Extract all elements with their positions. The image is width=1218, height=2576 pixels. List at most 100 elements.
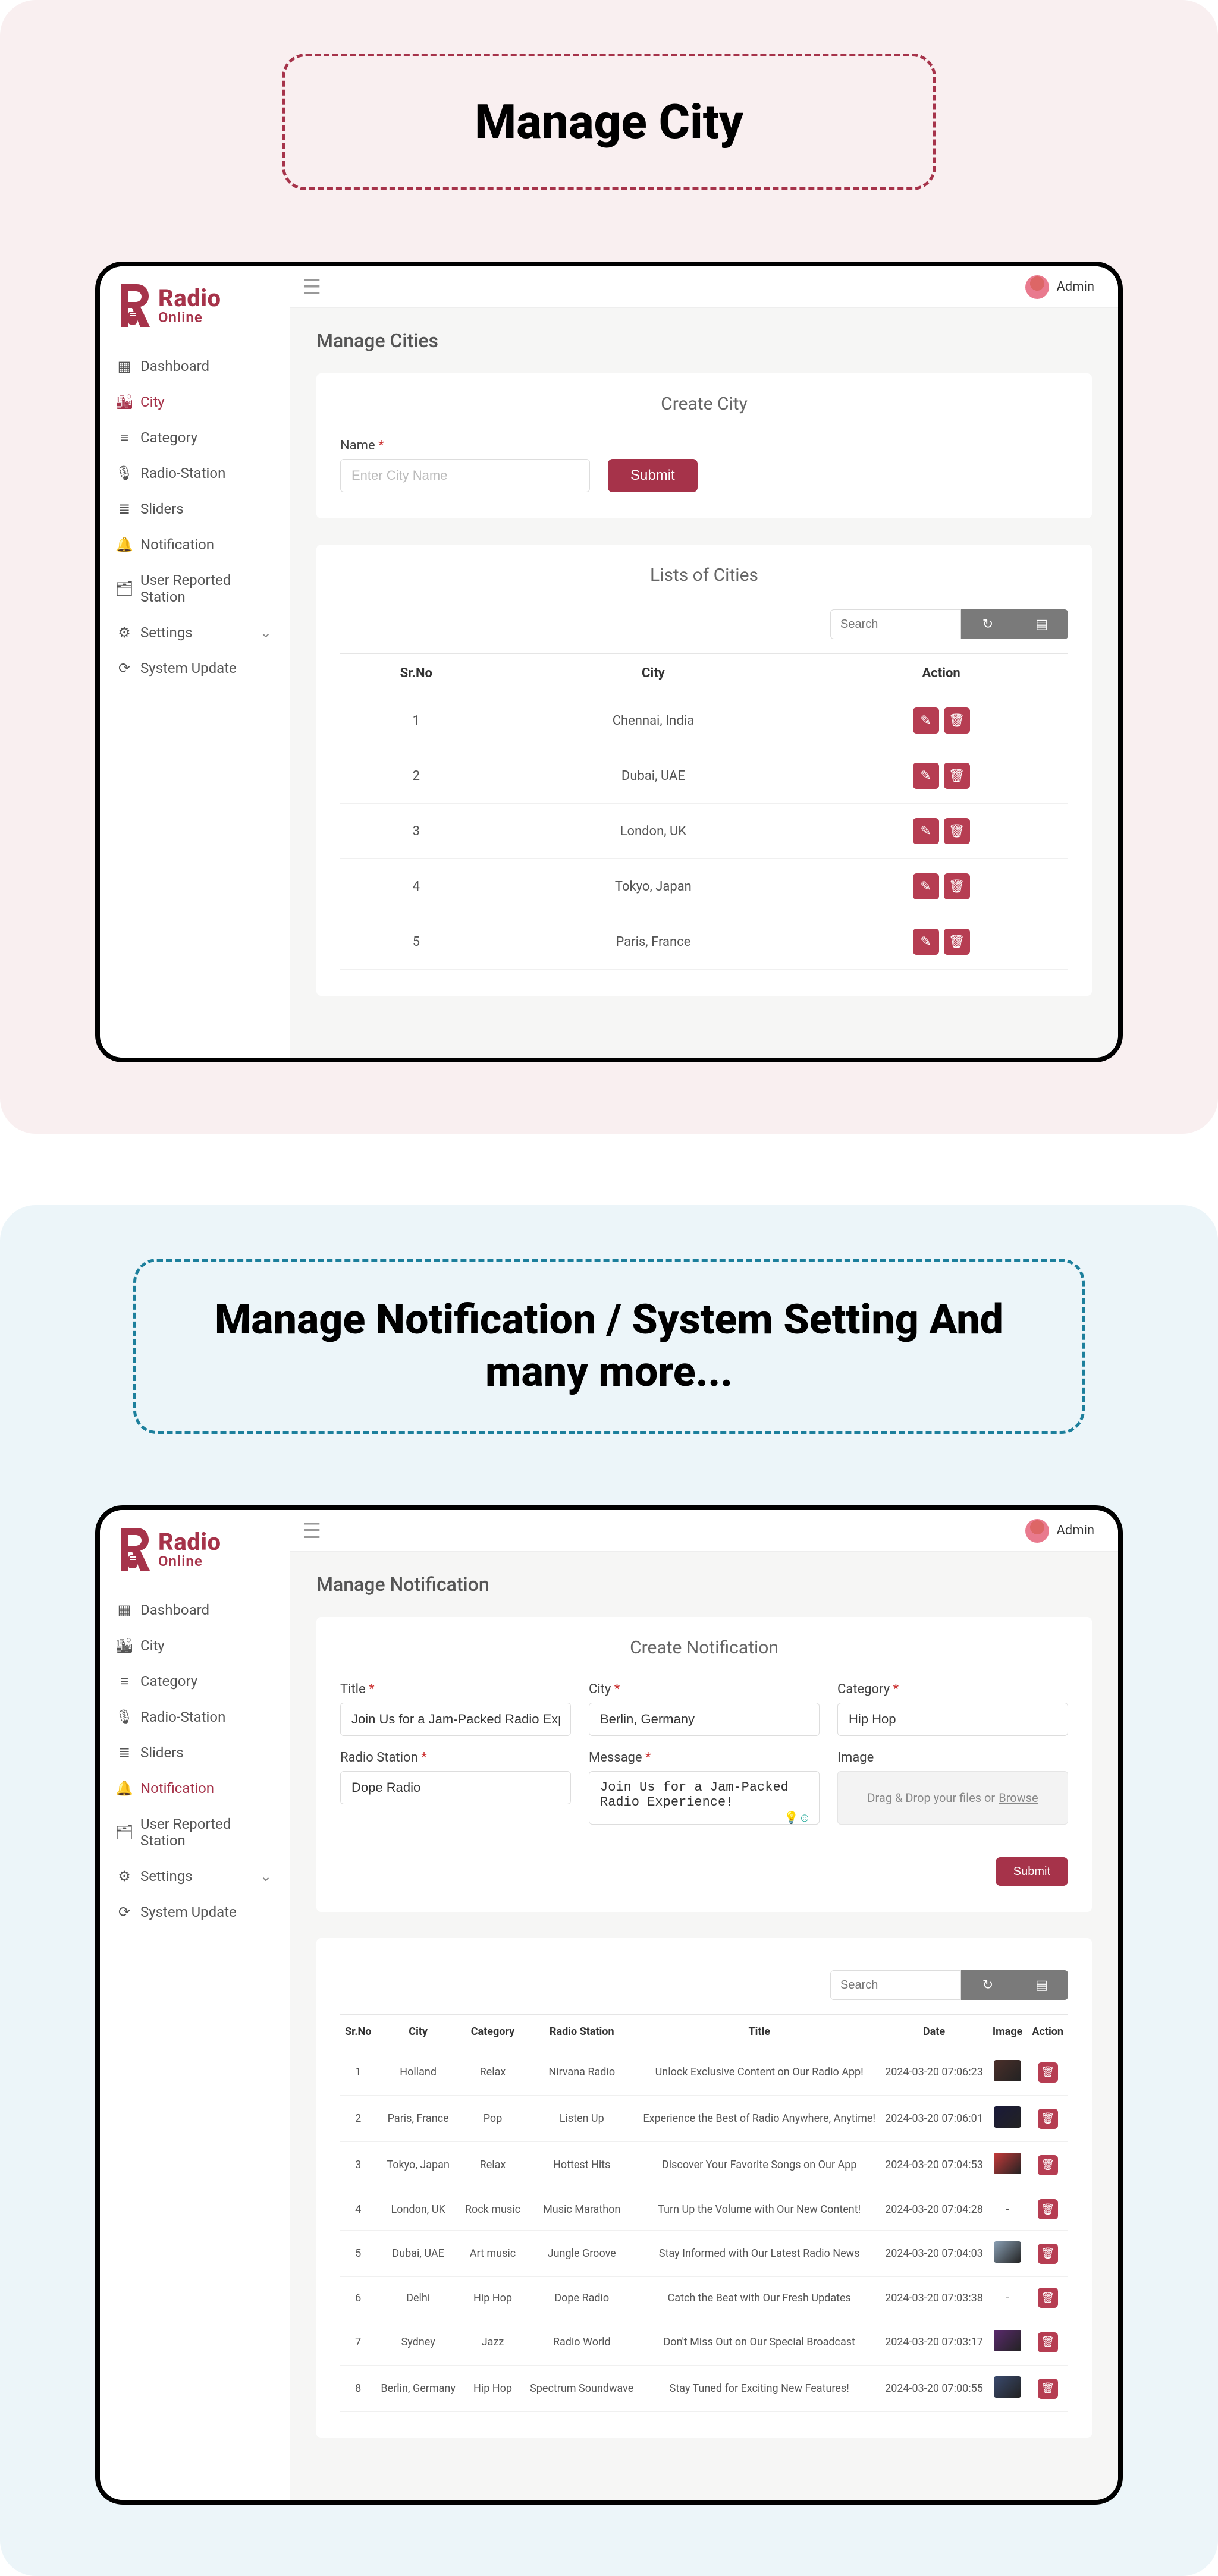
thumbnail xyxy=(994,2376,1021,2398)
column-header[interactable]: Action xyxy=(814,654,1068,693)
sidebar-item-sliders[interactable]: ≣Sliders xyxy=(100,491,290,527)
sidebar: Radio Online ▦Dashboard🏙City≡Category🎙Ra… xyxy=(100,1510,290,2500)
submit-button[interactable]: Submit xyxy=(608,459,698,492)
sidebar-item-category[interactable]: ≡Category xyxy=(100,420,290,455)
columns-button[interactable]: ▤ xyxy=(1015,1970,1068,2000)
brand-logo: Radio Online xyxy=(100,1510,290,1583)
table-row: 1HollandRelaxNirvana RadioUnlock Exclusi… xyxy=(340,2049,1068,2096)
sidebar-item-radio-station[interactable]: 🎙Radio-Station xyxy=(100,1699,290,1735)
station-select[interactable] xyxy=(340,1771,571,1804)
delete-button[interactable]: 🗑 xyxy=(1038,2288,1058,2308)
edit-button[interactable]: ✎ xyxy=(913,818,939,844)
sidebar-item-label: System Update xyxy=(140,1904,237,1920)
trash-icon: 🗑 xyxy=(949,879,965,894)
message-tool-icons[interactable]: 💡☺ xyxy=(784,1810,1015,1825)
user-menu[interactable]: Admin xyxy=(1025,1519,1094,1543)
column-header[interactable]: City xyxy=(376,2015,460,2049)
columns-icon: ▤ xyxy=(1035,617,1048,632)
cell-action: ✎🗑 xyxy=(814,914,1068,970)
delete-button[interactable]: 🗑 xyxy=(944,763,970,789)
cell-action: 🗑 xyxy=(1027,2366,1068,2412)
column-header[interactable]: Date xyxy=(880,2015,988,2049)
edit-button[interactable]: ✎ xyxy=(913,763,939,789)
cell-city: Delhi xyxy=(376,2277,460,2319)
bell-icon: 🔔 xyxy=(118,538,131,551)
column-header[interactable]: Category xyxy=(460,2015,525,2049)
column-header[interactable]: Title xyxy=(638,2015,880,2049)
search-input[interactable] xyxy=(830,609,961,639)
sidebar-item-system-update[interactable]: ⟳System Update xyxy=(100,650,290,686)
cell-city: Paris, France xyxy=(492,914,815,970)
delete-button[interactable]: 🗑 xyxy=(944,873,970,899)
update-icon: ⟳ xyxy=(118,662,131,675)
sidebar-item-label: Sliders xyxy=(140,501,184,517)
title-input[interactable] xyxy=(340,1703,571,1736)
refresh-button[interactable]: ↻ xyxy=(961,609,1015,639)
delete-button[interactable]: 🗑 xyxy=(1038,2244,1058,2264)
sidebar-item-system-update[interactable]: ⟳System Update xyxy=(100,1894,290,1930)
sidebar-item-label: Category xyxy=(140,429,197,446)
sidebar-item-user-reported[interactable]: 🗂User Reported Station xyxy=(100,1806,290,1858)
delete-button[interactable]: 🗑 xyxy=(1038,2155,1058,2175)
sidebar-item-radio-station[interactable]: 🎙Radio-Station xyxy=(100,455,290,491)
delete-button[interactable]: 🗑 xyxy=(1038,2109,1058,2129)
mic-icon: 🎙 xyxy=(118,467,131,480)
delete-button[interactable]: 🗑 xyxy=(1038,2199,1058,2219)
city-name-input[interactable] xyxy=(340,459,590,492)
trash-icon: 🗑 xyxy=(1041,2382,1054,2395)
cell-category: Jazz xyxy=(460,2319,525,2366)
column-header[interactable]: Sr.No xyxy=(340,654,492,693)
sidebar-item-label: Dashboard xyxy=(140,1602,209,1618)
sidebar-item-dashboard[interactable]: ▦Dashboard xyxy=(100,348,290,384)
search-input[interactable] xyxy=(830,1970,961,2000)
column-header[interactable]: Sr.No xyxy=(340,2015,376,2049)
sidebar-item-city[interactable]: 🏙City xyxy=(100,384,290,420)
delete-button[interactable]: 🗑 xyxy=(944,929,970,955)
sidebar-item-settings[interactable]: ⚙Settings⌄ xyxy=(100,1858,290,1894)
sidebar-item-dashboard[interactable]: ▦Dashboard xyxy=(100,1592,290,1628)
edit-button[interactable]: ✎ xyxy=(913,929,939,955)
sidebar-item-user-reported[interactable]: 🗂User Reported Station xyxy=(100,562,290,615)
thumbnail-empty: - xyxy=(1006,2292,1009,2304)
column-header[interactable]: Radio Station xyxy=(525,2015,638,2049)
delete-button[interactable]: 🗑 xyxy=(1038,2062,1058,2083)
columns-button[interactable]: ▤ xyxy=(1015,609,1068,639)
cell-city: London, UK xyxy=(376,2188,460,2231)
sidebar-item-notification[interactable]: 🔔Notification xyxy=(100,1770,290,1806)
chevron-down-icon: ⌄ xyxy=(260,624,272,641)
table-row: 3London, UK✎🗑 xyxy=(340,804,1068,859)
browse-link[interactable]: Browse xyxy=(999,1791,1038,1805)
cell-category: Relax xyxy=(460,2049,525,2096)
cell-category: Art music xyxy=(460,2231,525,2277)
column-header[interactable]: City xyxy=(492,654,815,693)
sidebar-item-notification[interactable]: 🔔Notification xyxy=(100,527,290,562)
sidebar-item-settings[interactable]: ⚙Settings⌄ xyxy=(100,615,290,650)
trash-icon: 🗑 xyxy=(949,713,965,728)
submit-button[interactable]: Submit xyxy=(996,1857,1068,1886)
category-select[interactable] xyxy=(837,1703,1068,1736)
edit-button[interactable]: ✎ xyxy=(913,707,939,734)
sidebar-item-sliders[interactable]: ≣Sliders xyxy=(100,1735,290,1770)
sidebar-item-category[interactable]: ≡Category xyxy=(100,1663,290,1699)
column-header[interactable]: Action xyxy=(1027,2015,1068,2049)
cell-title: Stay Tuned for Exciting New Features! xyxy=(638,2366,880,2412)
delete-button[interactable]: 🗑 xyxy=(1038,2379,1058,2399)
sidebar-item-city[interactable]: 🏙City xyxy=(100,1628,290,1663)
brand-mark-icon xyxy=(117,1528,150,1571)
cell-title: Discover Your Favorite Songs on Our App xyxy=(638,2142,880,2188)
menu-toggle-icon[interactable]: ☰ xyxy=(302,275,321,300)
edit-button[interactable]: ✎ xyxy=(913,873,939,899)
trash-icon: 🗑 xyxy=(1041,2247,1054,2260)
user-menu[interactable]: Admin xyxy=(1025,275,1094,299)
delete-button[interactable]: 🗑 xyxy=(944,707,970,734)
cell-action: ✎🗑 xyxy=(814,859,1068,914)
column-header[interactable]: Image xyxy=(988,2015,1028,2049)
menu-toggle-icon[interactable]: ☰ xyxy=(302,1518,321,1543)
grid-icon: ▦ xyxy=(118,360,131,373)
city-select[interactable] xyxy=(589,1703,820,1736)
thumbnail-empty: - xyxy=(1006,2203,1009,2216)
refresh-button[interactable]: ↻ xyxy=(961,1970,1015,2000)
cell-srno: 1 xyxy=(340,693,492,748)
delete-button[interactable]: 🗑 xyxy=(1038,2332,1058,2352)
delete-button[interactable]: 🗑 xyxy=(944,818,970,844)
